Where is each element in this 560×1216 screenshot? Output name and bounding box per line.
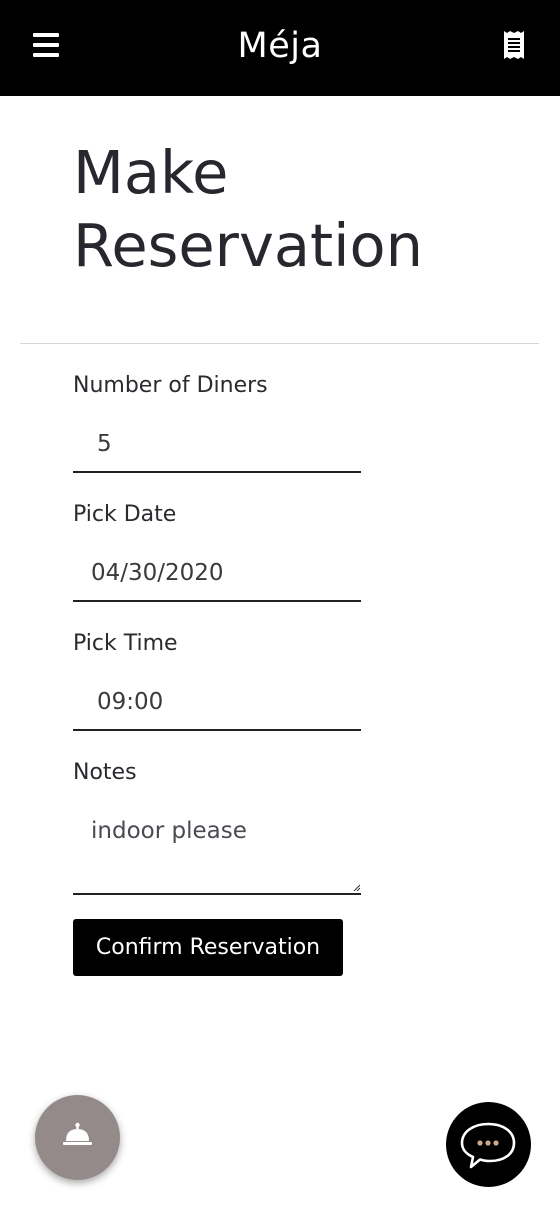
reservation-page: Méja Make Reservation Number of Diners 5…: [0, 0, 560, 1216]
receipt-icon[interactable]: [502, 30, 526, 60]
page-title: Make Reservation: [73, 136, 513, 282]
diners-input[interactable]: 5: [73, 415, 361, 473]
page-title-line-2: Reservation: [73, 211, 424, 280]
date-input[interactable]: 04/30/2020: [73, 544, 361, 602]
notes-value: indoor please: [91, 818, 247, 844]
date-value: 04/30/2020: [91, 560, 224, 586]
top-navbar: Méja: [0, 0, 560, 96]
time-input[interactable]: 09:00: [73, 673, 361, 731]
diners-value: 5: [97, 431, 112, 457]
time-value: 09:00: [97, 689, 164, 715]
date-label: Pick Date: [73, 502, 177, 527]
service-bell-icon: [63, 1122, 92, 1145]
resize-grip-icon[interactable]: [353, 884, 360, 891]
page-title-line-1: Make: [73, 138, 229, 207]
diners-label: Number of Diners: [73, 373, 268, 398]
confirm-reservation-button[interactable]: Confirm Reservation: [73, 919, 343, 976]
chat-bubble-icon: [460, 1122, 516, 1169]
brand-logo[interactable]: Méja: [0, 24, 560, 68]
notes-label: Notes: [73, 760, 137, 785]
chat-button[interactable]: [446, 1102, 531, 1187]
notes-textarea[interactable]: indoor please: [73, 806, 361, 895]
time-label: Pick Time: [73, 631, 178, 656]
service-bell-button[interactable]: [35, 1095, 120, 1180]
section-divider: [20, 343, 539, 344]
